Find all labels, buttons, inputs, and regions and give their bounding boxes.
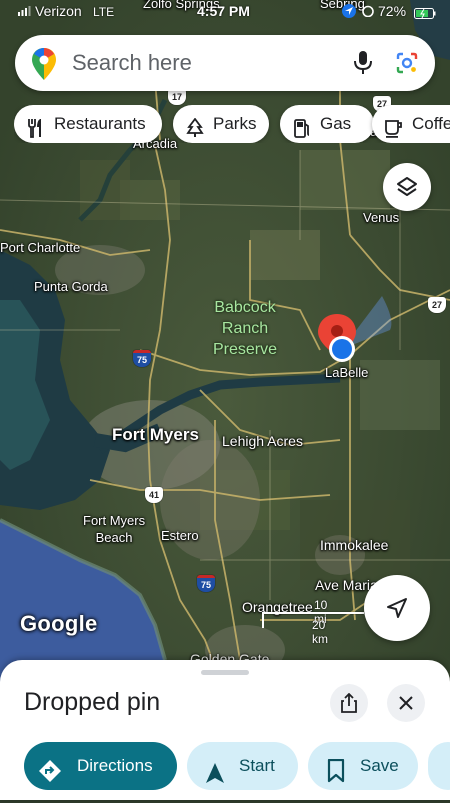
share-button[interactable] [330, 684, 368, 722]
chip-label-restaurants: Restaurants [54, 114, 146, 133]
location-arrow-icon [385, 596, 409, 625]
layers-icon [395, 175, 419, 204]
microphone-icon[interactable] [353, 51, 373, 80]
close-button[interactable] [387, 684, 425, 722]
current-location-dot [329, 336, 355, 362]
status-time: 4:57 PM [197, 3, 250, 19]
search-input[interactable]: Search here [72, 50, 192, 76]
place-sheet[interactable]: Dropped pin Directions Start Save [0, 660, 450, 800]
network-type: LTE [93, 5, 115, 19]
fork-knife-icon [26, 114, 46, 138]
location-services-icon [342, 4, 356, 21]
bookmark-icon [327, 754, 345, 802]
maps-logo-icon [32, 48, 56, 85]
directions-label: Directions [77, 756, 153, 775]
carrier-name: Verizon [35, 3, 82, 19]
chip-label-coffee: Coffee [412, 114, 450, 133]
scale-km: 20 km [312, 618, 328, 646]
start-button[interactable]: Start [187, 742, 298, 790]
save-label: Save [360, 756, 399, 775]
search-bar[interactable]: Search here [15, 35, 435, 91]
my-location-button[interactable] [364, 575, 430, 641]
google-watermark: Google [20, 611, 98, 636]
category-chips: Restaurants Parks Gas Coffee [14, 105, 450, 143]
save-button[interactable]: Save [308, 742, 418, 790]
coffee-cup-icon [384, 114, 404, 138]
battery-charging-icon [414, 6, 436, 22]
status-bar: Verizon LTE 4:57 PM 72% [0, 0, 450, 24]
more-actions-button[interactable] [428, 742, 450, 790]
battery-percent: 72% [378, 3, 407, 19]
chip-gas[interactable]: Gas [280, 105, 374, 143]
chip-restaurants[interactable]: Restaurants [14, 105, 162, 143]
close-icon [398, 695, 414, 716]
start-label: Start [239, 756, 275, 775]
sheet-drag-handle[interactable] [201, 670, 249, 675]
navigation-arrow-icon [205, 755, 225, 803]
sheet-title: Dropped pin [24, 688, 161, 716]
alarm-icon [362, 4, 374, 20]
gas-pump-icon [292, 114, 312, 138]
directions-icon [38, 754, 62, 802]
layers-button[interactable] [383, 163, 431, 211]
signal-icon [18, 3, 31, 19]
share-icon [340, 692, 358, 718]
chip-label-parks: Parks [213, 114, 257, 133]
directions-button[interactable]: Directions [24, 742, 177, 790]
lens-camera-icon[interactable] [395, 51, 419, 80]
chip-parks[interactable]: Parks [173, 105, 269, 143]
tree-icon [185, 114, 205, 137]
chip-coffee[interactable]: Coffee [372, 105, 450, 143]
chip-label-gas: Gas [320, 114, 352, 133]
